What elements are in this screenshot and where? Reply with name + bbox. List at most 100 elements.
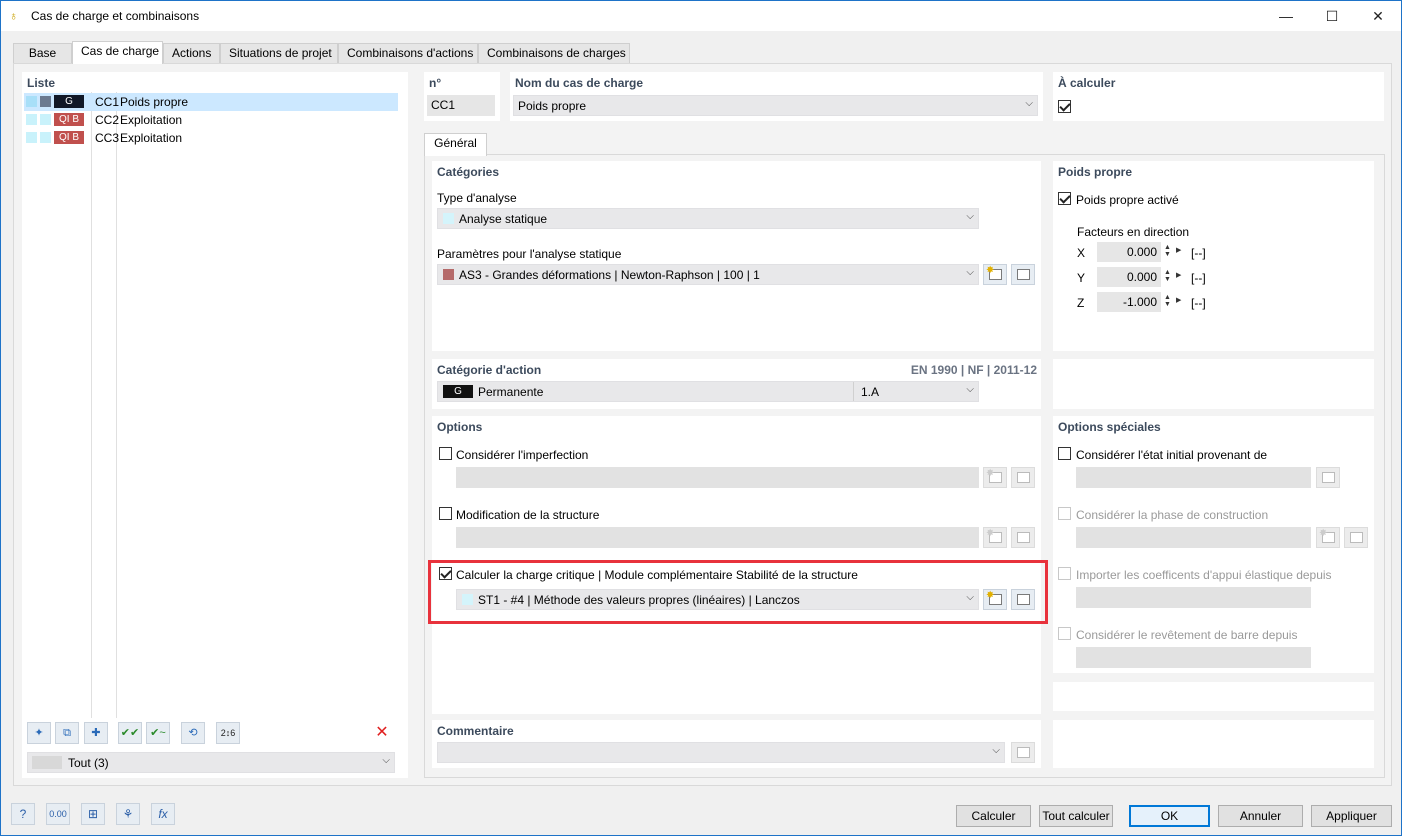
no-label: n° [429, 76, 442, 90]
color-swatch [26, 114, 37, 125]
action-category-section: Catégorie d'action EN 1990 | NF | 2011-1… [432, 359, 1041, 409]
ok-button[interactable]: OK [1129, 805, 1210, 827]
maximize-button[interactable]: ☐ [1309, 1, 1355, 31]
spin-icon[interactable]: ▲ ▼ [1164, 294, 1171, 308]
action-category-norm: EN 1990 | NF | 2011-12 [910, 363, 1037, 377]
check-all-icon[interactable]: ✔✔ [118, 722, 142, 744]
comment-title: Commentaire [437, 724, 514, 738]
modification-field [456, 527, 979, 548]
action-tag: QI B [54, 113, 84, 126]
self-weight-checkbox[interactable] [1058, 192, 1071, 205]
units-icon[interactable]: 0.00 [46, 803, 70, 825]
edit-modification-button[interactable] [1011, 527, 1035, 548]
apply-button[interactable]: Appliquer [1311, 805, 1392, 827]
edit-initial-state-button[interactable] [1316, 467, 1340, 488]
formula-icon[interactable]: fx [151, 803, 175, 825]
new-construction-button[interactable]: ✸ [1316, 527, 1340, 548]
initial-state-checkbox[interactable] [1058, 447, 1071, 460]
action-category-select[interactable]: G Permanente 1.A ⌵ [437, 381, 979, 402]
imperfection-checkbox[interactable] [439, 447, 452, 460]
edit-params-button[interactable] [1011, 264, 1035, 285]
action-category-divider [853, 382, 854, 401]
imperfection-field [456, 467, 979, 488]
model-info-icon[interactable]: ⊞ [81, 803, 105, 825]
static-params-value: AS3 - Grandes déformations | Newton-Raph… [459, 268, 760, 282]
import-checkbox[interactable] [1058, 567, 1071, 580]
arrow-right-icon[interactable]: ▶ [1176, 247, 1181, 254]
categories-title: Catégories [437, 165, 500, 179]
delete-icon[interactable]: ✕ [370, 722, 394, 744]
initial-state-label: Considérer l'état initial provenant de [1076, 448, 1268, 462]
chevron-down-icon: ⌵ [382, 755, 390, 766]
factor-y-input[interactable]: 0.000 [1097, 267, 1161, 287]
star-icon: ✸ [1319, 528, 1328, 539]
star-icon: ✸ [986, 528, 995, 539]
construction-label: Considérer la phase de construction [1076, 508, 1269, 522]
calc-checkbox[interactable] [1058, 100, 1071, 113]
analysis-type-select[interactable]: Analyse statique ⌵ [437, 208, 979, 229]
calculate-button[interactable]: Calculer [956, 805, 1031, 827]
copy-item-icon[interactable]: ⧉ [55, 722, 79, 744]
arrow-right-icon[interactable]: ▶ [1176, 297, 1181, 304]
sort-numbers-icon[interactable]: 2↕6 [216, 722, 240, 744]
calc-label: À calculer [1058, 76, 1116, 90]
new-item-icon[interactable]: ✦ [27, 722, 51, 744]
factor-z-input[interactable]: -1.000 [1097, 292, 1161, 312]
close-button[interactable]: ✕ [1355, 1, 1401, 31]
coating-checkbox[interactable] [1058, 627, 1071, 640]
no-section: n° CC1 [424, 72, 500, 121]
new-params-button[interactable]: ✸ [983, 264, 1007, 285]
color-swatch [26, 96, 37, 107]
toggle-check-icon[interactable]: ✔~ [146, 722, 170, 744]
no-field[interactable]: CC1 [427, 95, 495, 116]
chevron-down-icon: ⌵ [1025, 98, 1033, 109]
list-item[interactable]: QI B CC3 Exploitation [24, 129, 398, 147]
arrow-right-icon[interactable]: ▶ [1176, 272, 1181, 279]
new-modification-button[interactable]: ✸ [983, 527, 1007, 548]
minimize-button[interactable]: — [1263, 1, 1309, 31]
factor-x-unit: [--] [1191, 246, 1206, 260]
spin-icon[interactable]: ▲ ▼ [1164, 244, 1171, 258]
name-section: Nom du cas de charge Poids propre ⌵ [510, 72, 1043, 121]
edit-icon [1017, 532, 1030, 543]
name-select[interactable]: Poids propre ⌵ [513, 95, 1038, 116]
static-params-select[interactable]: AS3 - Grandes déformations | Newton-Raph… [437, 264, 979, 285]
factor-x-input[interactable]: 0.000 [1097, 242, 1161, 262]
name-value: Poids propre [518, 99, 587, 113]
construction-checkbox[interactable] [1058, 507, 1071, 520]
spin-icon[interactable]: ▲ ▼ [1164, 269, 1171, 283]
modification-checkbox[interactable] [439, 507, 452, 520]
analysis-swatch [443, 213, 454, 224]
insert-item-icon[interactable]: ✚ [84, 722, 108, 744]
cancel-button[interactable]: Annuler [1218, 805, 1303, 827]
help-icon[interactable]: ? [11, 803, 35, 825]
comment-select[interactable]: ⌵ [437, 742, 1005, 763]
edit-construction-button[interactable] [1344, 527, 1368, 548]
params-swatch [443, 269, 454, 280]
load-case-name: Exploitation [120, 113, 183, 127]
calculate-all-button[interactable]: Tout calculer [1039, 805, 1113, 827]
filter-icon[interactable]: ⚘ [116, 803, 140, 825]
special-options-title: Options spéciales [1058, 420, 1161, 434]
tab-action-combinations[interactable]: Combinaisons d'actions [338, 43, 478, 64]
empty-section [1053, 682, 1374, 711]
tab-load-cases[interactable]: Cas de charge [72, 41, 163, 64]
new-imperfection-button[interactable]: ✸ [983, 467, 1007, 488]
comment-copy-button[interactable] [1011, 742, 1035, 763]
edit-imperfection-button[interactable] [1011, 467, 1035, 488]
factor-axis-z: Z [1077, 296, 1085, 310]
renumber-icon[interactable]: ⟲ [181, 722, 205, 744]
tab-actions[interactable]: Actions [163, 43, 220, 64]
color-swatch [40, 132, 51, 143]
list-filter-select[interactable]: Tout (3) ⌵ [27, 752, 395, 773]
list-item[interactable]: G CC1 Poids propre [24, 93, 398, 111]
app-icon: ♁ [9, 9, 18, 23]
tab-general[interactable]: Général [424, 133, 487, 156]
tab-base[interactable]: Base [13, 43, 72, 64]
tab-design-situations[interactable]: Situations de projet [220, 43, 338, 64]
load-case-name: Exploitation [120, 131, 183, 145]
imperfection-label: Considérer l'imperfection [456, 448, 589, 462]
tab-load-combinations[interactable]: Combinaisons de charges [478, 43, 630, 64]
action-tag: G [443, 385, 473, 398]
list-item[interactable]: QI B CC2 Exploitation [24, 111, 398, 129]
